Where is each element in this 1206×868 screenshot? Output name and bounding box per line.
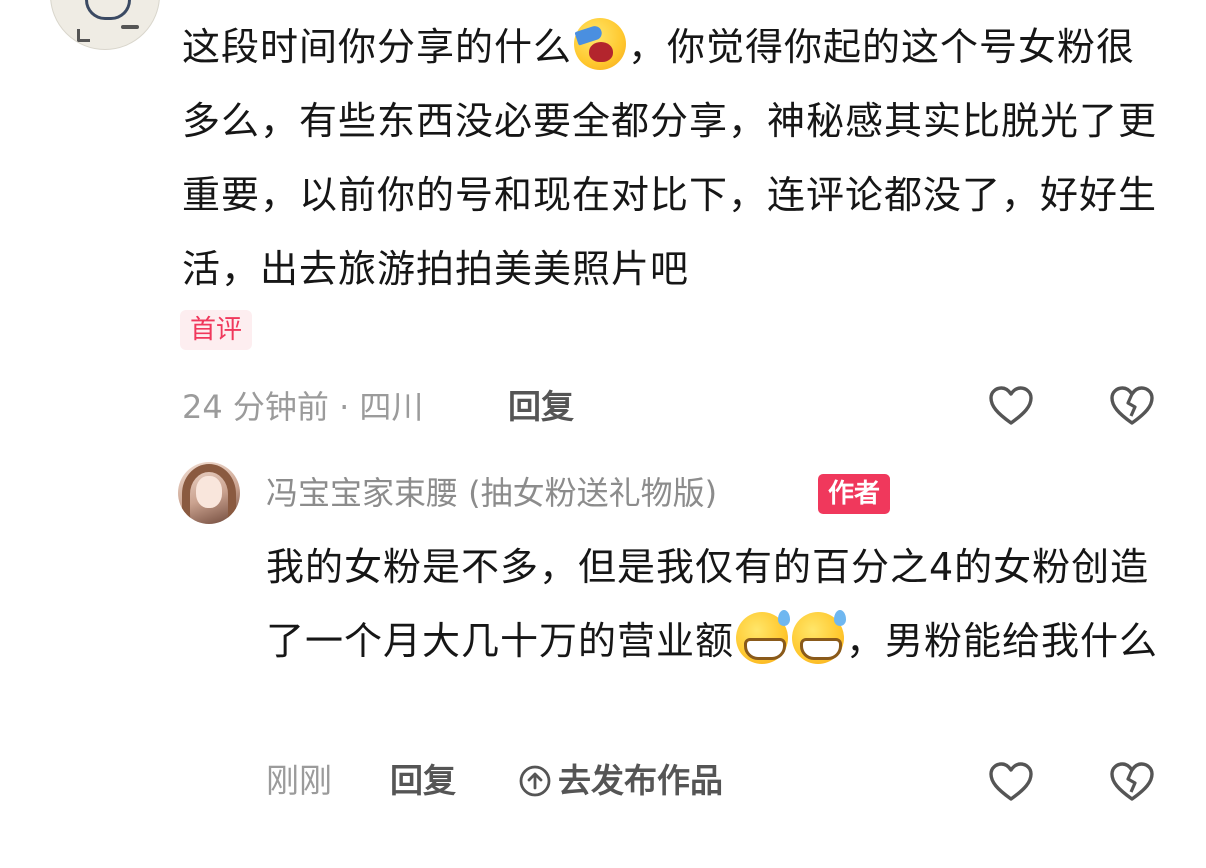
grinning-sweat-emoji-icon (792, 610, 847, 664)
dislike-broken-heart-icon[interactable] (1108, 758, 1156, 806)
reply-button[interactable]: 回复 (508, 384, 574, 430)
yawning-face-emoji-icon (574, 18, 627, 70)
avatar-hair (182, 464, 236, 524)
reply-button[interactable]: 回复 (390, 758, 456, 804)
grinning-sweat-emoji-icon (736, 610, 791, 664)
comment-time-location: 24 分钟前 · 四川 (182, 388, 424, 426)
reply-author-name[interactable]: 冯宝宝家束腰 (抽女粉送礼物版) (266, 470, 717, 516)
comment-text-part: 这段时间你分享的什么 (182, 25, 573, 69)
upload-arrow-icon (519, 765, 551, 797)
like-heart-icon[interactable] (987, 382, 1035, 430)
commenter-avatar[interactable] (50, 0, 160, 50)
avatar-doodle (85, 0, 131, 20)
author-tag: 作者 (818, 474, 891, 514)
reply-text: 我的女粉是不多，但是我仅有的百分之4的女粉创造了一个月大几十万的营业额 ，男粉能给… (266, 530, 1166, 678)
publish-label: 去发布作品 (558, 761, 723, 800)
like-heart-icon[interactable] (987, 758, 1035, 806)
publish-work-button[interactable]: 去发布作品 (518, 758, 723, 804)
avatar-doodle (77, 29, 90, 42)
avatar-doodle (121, 25, 139, 29)
reply-text-part: ，男粉能给我什么 (846, 619, 1159, 663)
dislike-broken-heart-icon[interactable] (1108, 382, 1156, 430)
first-comment-badge: 首评 (180, 310, 253, 350)
comment-text: 这段时间你分享的什么 ，你觉得你起的这个号女粉很多么，有些东西没必要全都分享，神秘… (182, 10, 1157, 306)
reply-time: 刚刚 (266, 761, 332, 800)
author-avatar[interactable] (178, 462, 240, 524)
